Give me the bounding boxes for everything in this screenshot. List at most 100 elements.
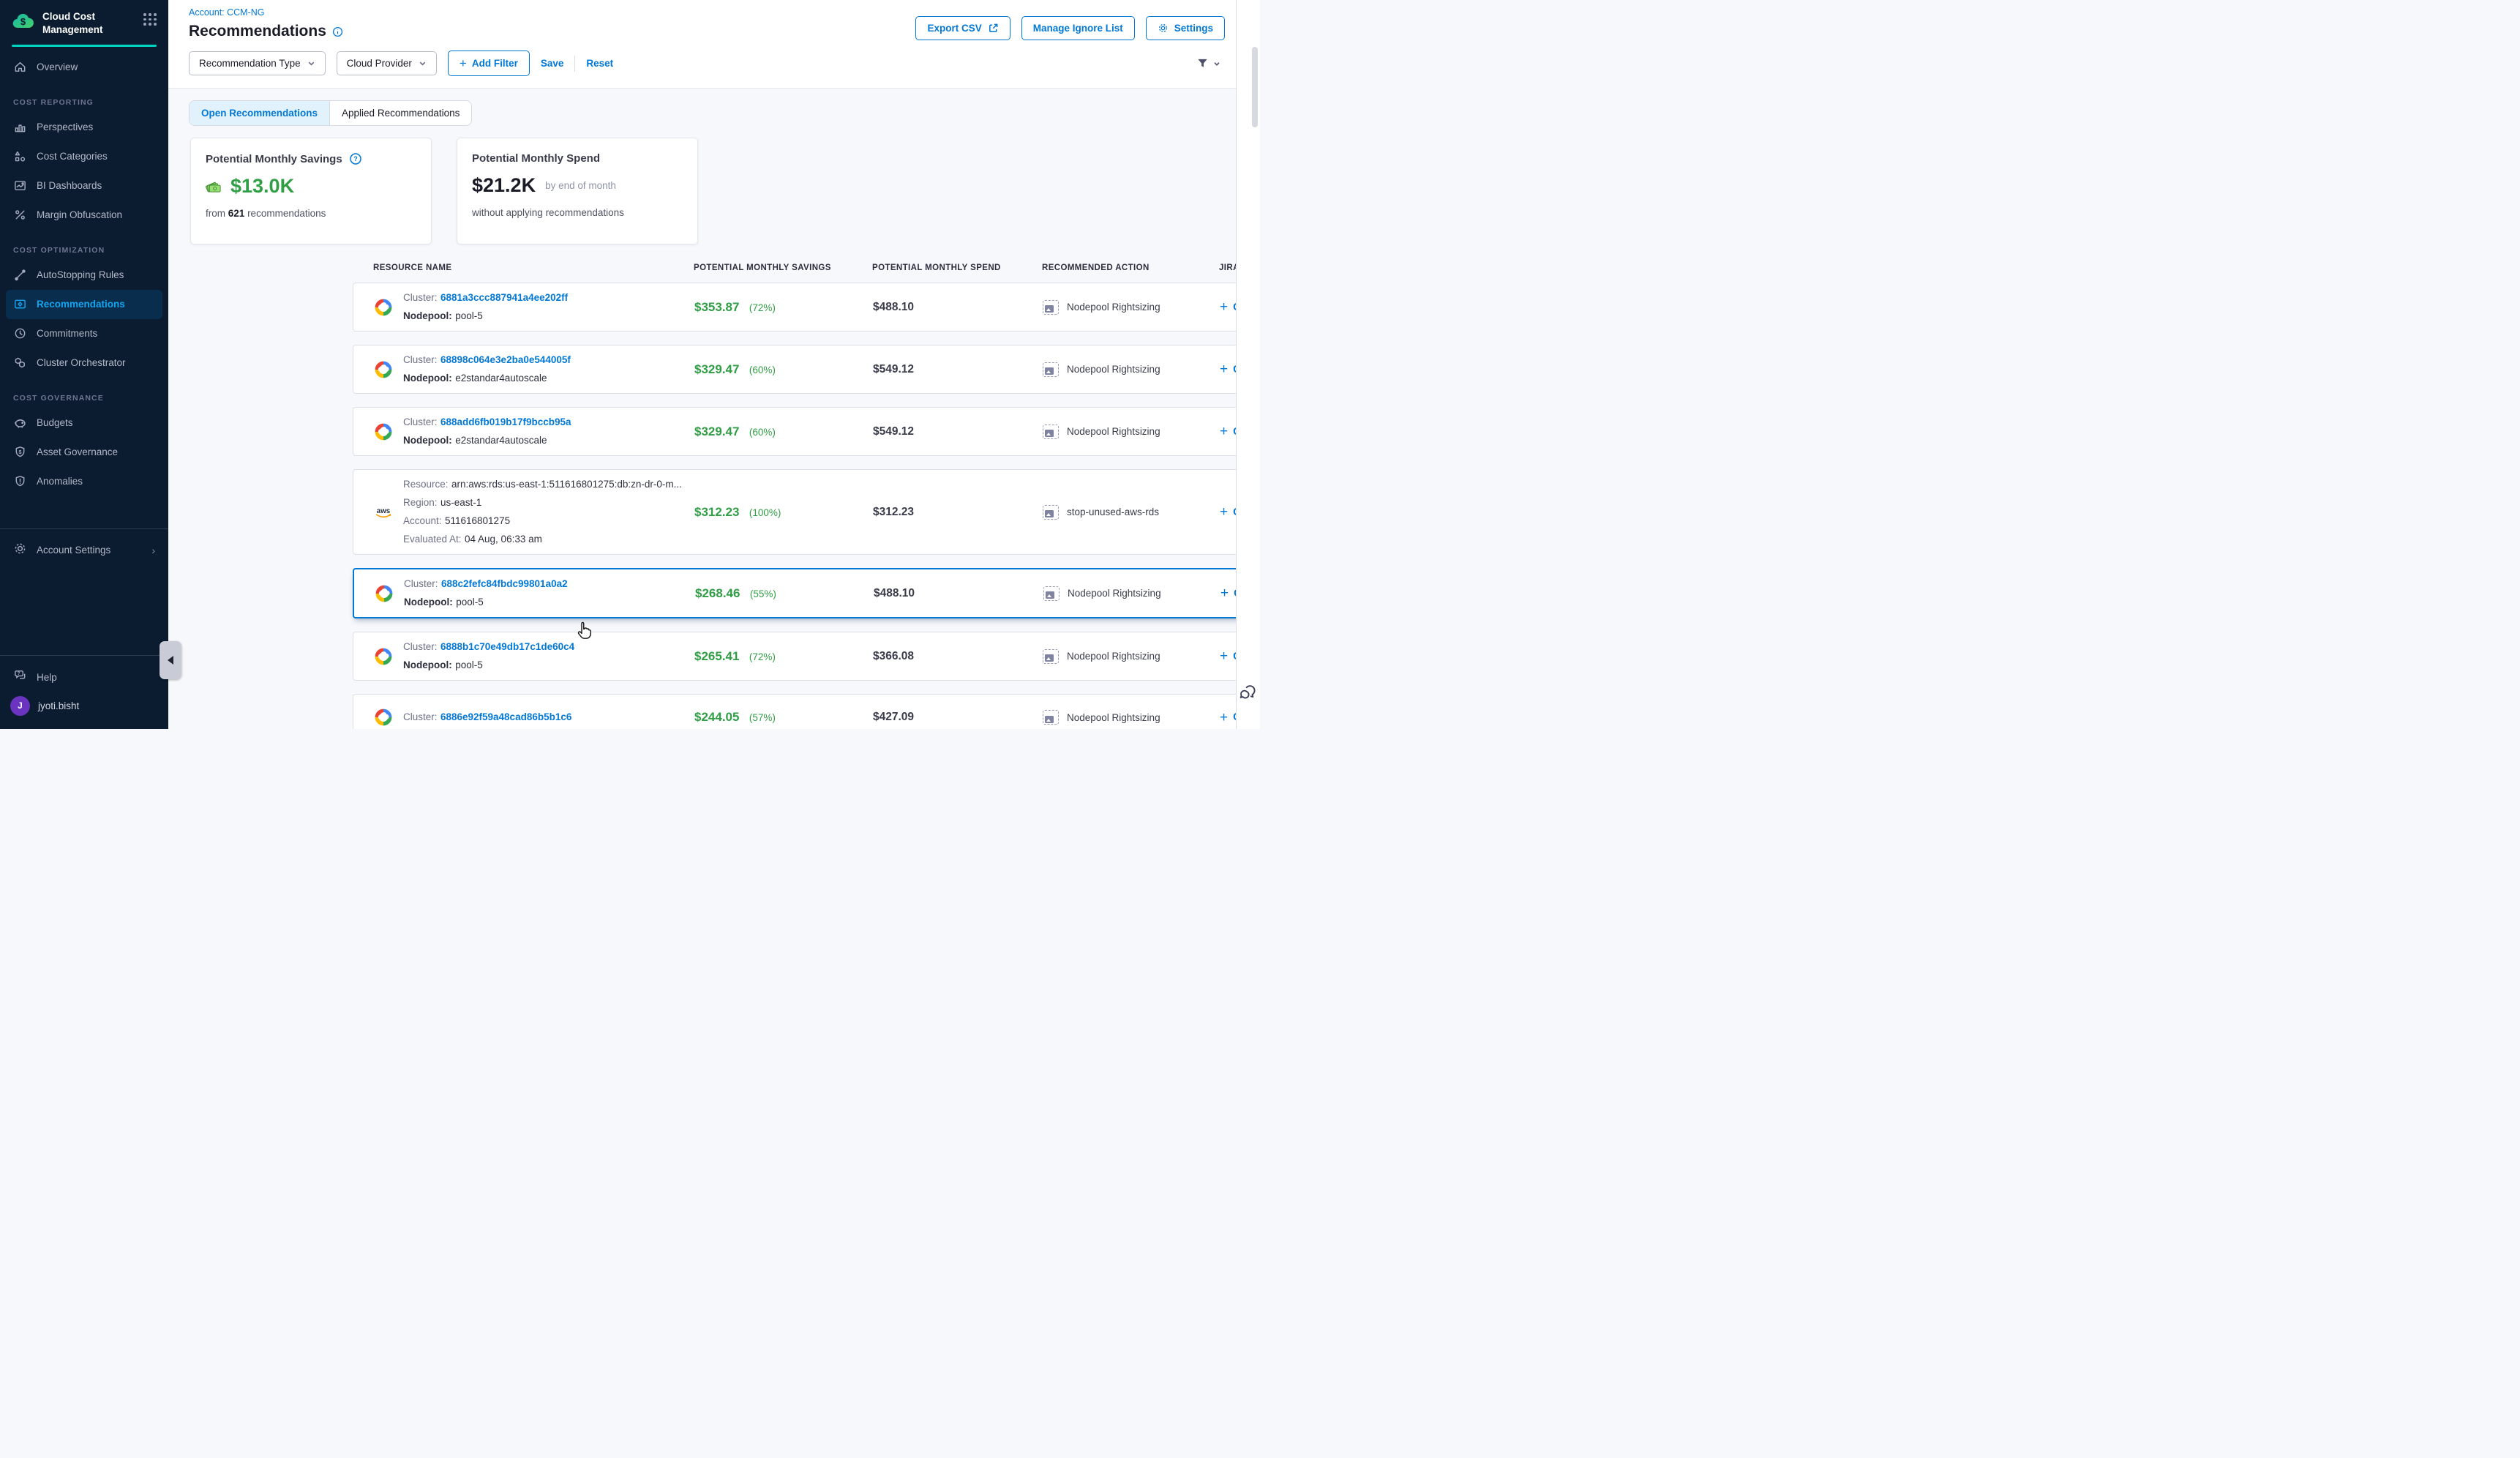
sidebar-item-label: BI Dashboards — [37, 180, 102, 191]
resource-line-value[interactable]: 68898c064e3e2ba0e544005f — [440, 354, 571, 365]
filter-panel-toggle[interactable] — [1196, 57, 1220, 70]
savings-value: $329.47 — [694, 425, 739, 438]
card-title: Potential Monthly Spend — [472, 152, 600, 165]
save-filter-button[interactable]: Save — [541, 58, 564, 69]
plus-icon — [1220, 362, 1233, 376]
table-row[interactable]: Cluster: 68898c064e3e2ba0e544005f Nodepo… — [353, 345, 1260, 394]
resource-cell: Cluster: 6881a3ccc887941a4ee202ff Nodepo… — [374, 291, 694, 324]
gcp-logo-icon — [374, 647, 393, 666]
recommendation-icon — [13, 297, 27, 311]
sidebar-item-overview[interactable]: Overview — [0, 53, 168, 82]
filter-chip-recommendation-type[interactable]: Recommendation Type — [189, 51, 326, 75]
table-row[interactable]: Cluster: 6886e92f59a48cad86b5b1c6 $244.0… — [353, 694, 1260, 729]
resource-line-value[interactable]: 6888b1c70e49db17c1de60c4 — [440, 641, 574, 652]
table-row[interactable]: Cluster: 6888b1c70e49db17c1de60c4 Nodepo… — [353, 632, 1260, 681]
resource-line-value[interactable]: 6886e92f59a48cad86b5b1c6 — [440, 711, 571, 722]
help-circle-icon[interactable]: ? — [349, 152, 362, 165]
plus-icon — [1220, 505, 1233, 519]
plus-icon — [1220, 586, 1234, 600]
resource-line-value: pool-5 — [455, 659, 483, 670]
savings-cell: $268.46 (55%) — [695, 586, 874, 601]
gear-icon — [13, 542, 27, 559]
spend-subtitle: without applying recommendations — [472, 207, 683, 218]
resource-line-label: Cluster: — [404, 578, 438, 589]
scrollbar-thumb[interactable] — [1252, 47, 1258, 127]
recommendations-tabs: Open Recommendations Applied Recommendat… — [189, 100, 472, 126]
export-csv-button[interactable]: Export CSV — [915, 16, 1010, 40]
resource-line-value[interactable]: 6881a3ccc887941a4ee202ff — [440, 292, 568, 303]
resource-cell: Cluster: 68898c064e3e2ba0e544005f Nodepo… — [374, 353, 694, 386]
sidebar-item-recommendations[interactable]: Recommendations — [6, 290, 162, 319]
recommended-action-cell: Nodepool Rightsizing — [1043, 300, 1220, 315]
resource-line-label: Cluster: — [403, 711, 438, 722]
table-row[interactable]: Cluster: 688c2fefc84fbdc99801a0a2 Nodepo… — [353, 568, 1260, 618]
svg-text:?: ? — [18, 671, 20, 676]
sidebar-item-account-settings[interactable]: Account Settings › — [0, 535, 168, 566]
table-row[interactable]: Cluster: 6881a3ccc887941a4ee202ff Nodepo… — [353, 283, 1260, 332]
settings-button[interactable]: Settings — [1146, 16, 1225, 40]
resource-cell: Cluster: 688c2fefc84fbdc99801a0a2 Nodepo… — [375, 577, 695, 610]
percent-icon — [13, 208, 27, 222]
card-title: Potential Monthly Savings — [206, 153, 342, 165]
svg-text:$: $ — [19, 449, 22, 455]
resource-line-value: e2standar4autoscale — [455, 373, 547, 384]
action-label: Nodepool Rightsizing — [1067, 712, 1160, 723]
sidebar-footer: ? Help J jyoti.bisht — [0, 655, 168, 729]
autostop-icon — [13, 268, 27, 282]
sidebar-item-help[interactable]: ? Help — [0, 663, 168, 691]
manage-ignore-list-button[interactable]: Manage Ignore List — [1021, 16, 1135, 40]
resource-line-value[interactable]: 688c2fefc84fbdc99801a0a2 — [441, 578, 568, 589]
rightsizing-icon — [1043, 362, 1059, 377]
sidebar-item-label: Overview — [37, 61, 78, 72]
sidebar-item-asset-governance[interactable]: $ Asset Governance — [0, 438, 168, 467]
money-bills-icon — [206, 179, 224, 193]
chat-support-icon[interactable] — [1239, 684, 1257, 706]
sidebar-item-cluster-orchestrator[interactable]: Cluster Orchestrator — [0, 348, 168, 378]
gcp-logo-icon — [374, 708, 393, 727]
app-window: $ Cloud Cost Management Overview COST RE… — [0, 0, 1260, 729]
sidebar-collapse-handle[interactable] — [160, 641, 181, 679]
sidebar-item-commitments[interactable]: Commitments — [0, 319, 168, 348]
resource-cell: Cluster: 688add6fb019b17f9bccb95a Nodepo… — [374, 415, 694, 448]
resource-line-value: 04 Aug, 06:33 am — [465, 534, 542, 545]
action-label: Nodepool Rightsizing — [1068, 588, 1161, 599]
rightsizing-icon — [1043, 300, 1059, 315]
rightsizing-icon — [1043, 649, 1059, 664]
filter-chip-cloud-provider[interactable]: Cloud Provider — [337, 51, 437, 75]
resource-line-value: 511616801275 — [445, 515, 510, 526]
resource-cell: aws Resource: arn:aws:rds:us-east-1:5116… — [374, 477, 694, 547]
savings-value: $329.47 — [694, 362, 739, 376]
table-row[interactable]: aws Resource: arn:aws:rds:us-east-1:5116… — [353, 469, 1260, 555]
resource-line-value: arn:aws:rds:us-east-1:511616801275:db:zn… — [451, 479, 682, 490]
tab-open-recommendations[interactable]: Open Recommendations — [190, 101, 330, 125]
spend-value: $549.12 — [873, 363, 1043, 376]
sidebar-item-label: Margin Obfuscation — [37, 209, 122, 220]
sidebar-item-label: Asset Governance — [37, 446, 118, 457]
table-row[interactable]: Cluster: 688add6fb019b17f9bccb95a Nodepo… — [353, 407, 1260, 456]
funnel-icon — [1196, 57, 1209, 70]
module-grid-icon[interactable] — [142, 10, 158, 29]
divider — [574, 56, 575, 72]
info-icon[interactable] — [332, 26, 343, 37]
nav-section-cost-reporting: COST REPORTING — [0, 82, 168, 113]
resource-line-label: Nodepool: — [403, 435, 452, 446]
scrollbar-gutter — [1236, 0, 1260, 729]
resource-line-value[interactable]: 688add6fb019b17f9bccb95a — [440, 416, 571, 427]
rightsizing-icon — [1043, 505, 1059, 520]
sidebar-item-label: Recommendations — [37, 299, 125, 310]
sidebar-item-cost-categories[interactable]: Cost Categories — [0, 142, 168, 171]
savings-cell: $329.47 (60%) — [694, 425, 873, 439]
sidebar-item-perspectives[interactable]: Perspectives — [0, 113, 168, 142]
sidebar-item-bi-dashboards[interactable]: BI Dashboards — [0, 171, 168, 201]
user-menu[interactable]: J jyoti.bisht — [0, 691, 168, 720]
sidebar-item-margin-obfuscation[interactable]: Margin Obfuscation — [0, 201, 168, 230]
tab-applied-recommendations[interactable]: Applied Recommendations — [330, 101, 471, 125]
sidebar-item-autostopping-rules[interactable]: AutoStopping Rules — [0, 261, 168, 290]
reset-filter-button[interactable]: Reset — [586, 58, 613, 69]
svg-text:$: $ — [20, 16, 26, 27]
sidebar-item-budgets[interactable]: Budgets — [0, 408, 168, 438]
ccm-cloud-dollar-logo-icon: $ — [12, 12, 35, 31]
rightsizing-icon — [1043, 710, 1059, 725]
add-filter-button[interactable]: Add Filter — [448, 51, 530, 76]
sidebar-item-anomalies[interactable]: Anomalies — [0, 467, 168, 496]
